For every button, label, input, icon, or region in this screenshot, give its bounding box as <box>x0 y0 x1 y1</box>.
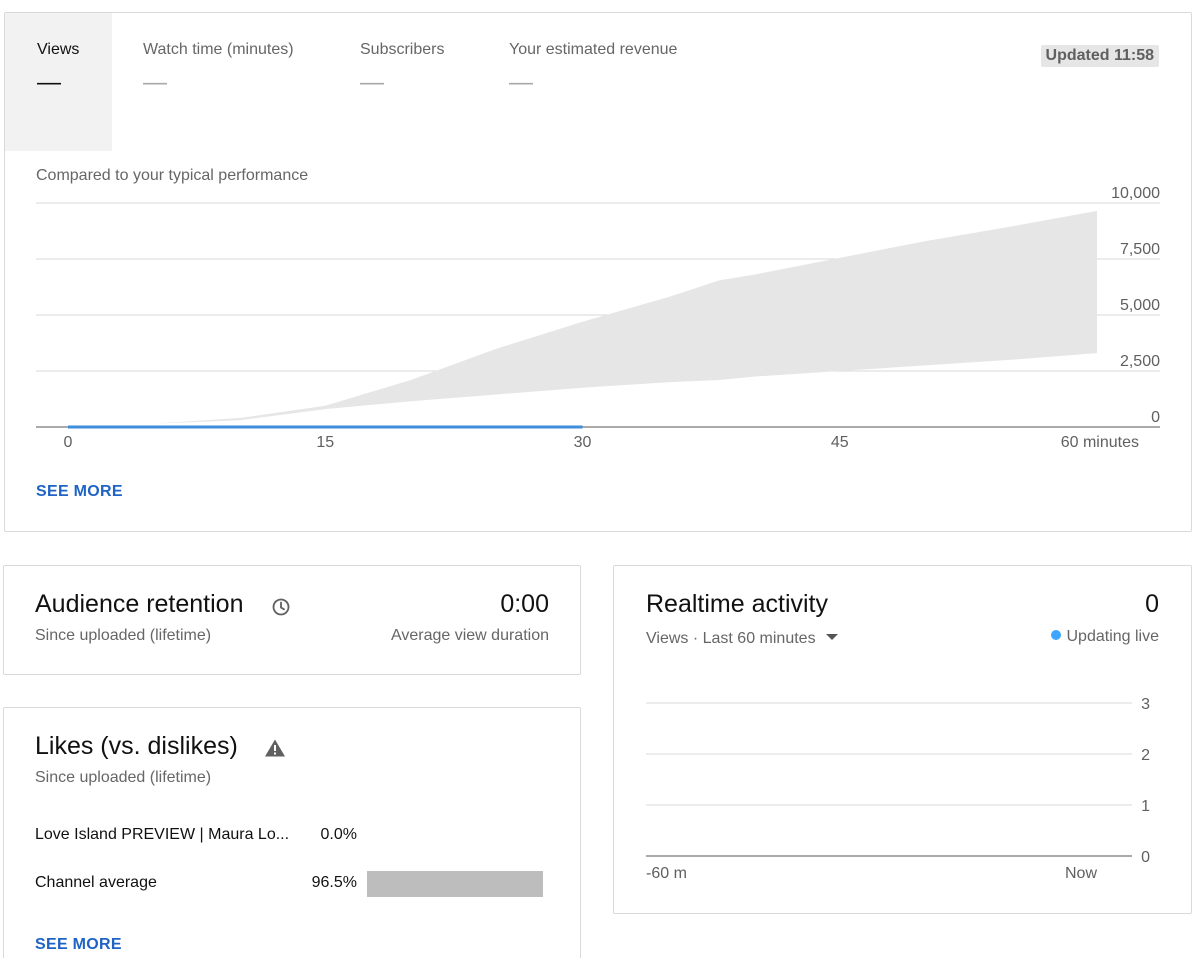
live-status-label: Updating live <box>1066 628 1160 645</box>
tab-value: — <box>143 69 167 96</box>
tab-value: — <box>360 69 384 96</box>
likes-row-video: Love Island PREVIEW | Maura Lo... 0.0% <box>35 822 549 850</box>
likes-row-name: Channel average <box>35 874 157 891</box>
dropdown-label: Views · Last 60 minutes <box>646 630 816 647</box>
likes-bar <box>367 871 543 897</box>
y-tick-label: 3 <box>1141 696 1150 713</box>
tab-label: Your estimated revenue <box>509 41 678 58</box>
y-tick-label: 5,000 <box>1120 297 1160 314</box>
metric-period-dropdown[interactable]: Views · Last 60 minutes <box>646 630 838 648</box>
y-tick-label: 10,000 <box>1111 185 1160 202</box>
card-title: Realtime activity <box>646 590 828 618</box>
updated-badge: Updated 11:58 <box>1040 45 1159 67</box>
y-tick-label: 0 <box>1141 849 1150 866</box>
tab-label: Watch time (minutes) <box>143 41 294 58</box>
x-tick-label: 45 <box>831 434 849 451</box>
realtime-chart: 0 1 2 3 -60 m Now <box>646 696 1150 882</box>
tab-label: Subscribers <box>360 41 445 58</box>
y-tick-label: 2 <box>1141 747 1150 764</box>
views-chart: 0 2,500 5,000 7,500 10,000 0 15 30 45 60 minutes <box>36 185 1160 451</box>
realtime-activity-card: Realtime activity 0 Views · Last 60 minu… <box>613 565 1192 914</box>
card-title: Audience retention <box>35 590 244 618</box>
typical-performance-band <box>68 210 1097 427</box>
x-tick-label: -60 m <box>646 865 687 882</box>
x-tick-label: 15 <box>316 434 334 451</box>
see-more-button[interactable]: SEE MORE <box>36 483 123 501</box>
tab-estimated-revenue[interactable]: Your estimated revenue — <box>477 13 737 151</box>
likes-row-percent: 96.5% <box>311 874 357 891</box>
y-tick-label: 1 <box>1141 798 1150 815</box>
caret-down-icon <box>825 633 838 640</box>
tab-label: Views <box>37 41 80 58</box>
likes-row-channel-average: Channel average 96.5% <box>35 870 549 898</box>
x-tick-label: Now <box>1065 865 1097 882</box>
card-subtitle: Since uploaded (lifetime) <box>35 769 212 786</box>
likes-bar-track <box>367 823 549 849</box>
tab-views[interactable]: Views — <box>5 13 112 151</box>
tab-subscribers[interactable]: Subscribers — <box>328 13 458 151</box>
overview-card: Views — Watch time (minutes) — Subscribe… <box>4 12 1192 532</box>
warning-icon[interactable] <box>264 738 286 758</box>
x-tick-label: 60 minutes <box>1061 434 1139 451</box>
y-tick-label: 0 <box>1151 409 1160 426</box>
x-tick-label: 0 <box>64 434 73 451</box>
realtime-views-value: 0 <box>1145 590 1159 618</box>
live-status: Updating live <box>1050 628 1160 646</box>
see-more-button[interactable]: SEE MORE <box>35 936 122 954</box>
tab-value: — <box>37 69 61 96</box>
y-tick-label: 7,500 <box>1120 241 1160 258</box>
likes-card: Likes (vs. dislikes) Since uploaded (lif… <box>3 707 581 958</box>
clock-icon[interactable] <box>271 597 291 617</box>
audience-retention-card: Audience retention Since uploaded (lifet… <box>3 565 581 675</box>
likes-row-percent: 0.0% <box>320 826 357 843</box>
average-view-duration-label: Average view duration <box>390 627 549 644</box>
tab-value: — <box>509 69 533 96</box>
likes-bar-track <box>367 871 549 897</box>
average-view-duration-value: 0:00 <box>500 590 549 618</box>
card-title: Likes (vs. dislikes) <box>35 732 238 760</box>
tab-watch-time[interactable]: Watch time (minutes) — <box>111 13 311 151</box>
likes-row-name: Love Island PREVIEW | Maura Lo... <box>35 826 290 843</box>
y-tick-label: 2,500 <box>1120 353 1160 370</box>
live-dot-icon <box>1050 630 1061 640</box>
x-tick-label: 30 <box>574 434 592 451</box>
card-subtitle: Since uploaded (lifetime) <box>35 627 212 644</box>
